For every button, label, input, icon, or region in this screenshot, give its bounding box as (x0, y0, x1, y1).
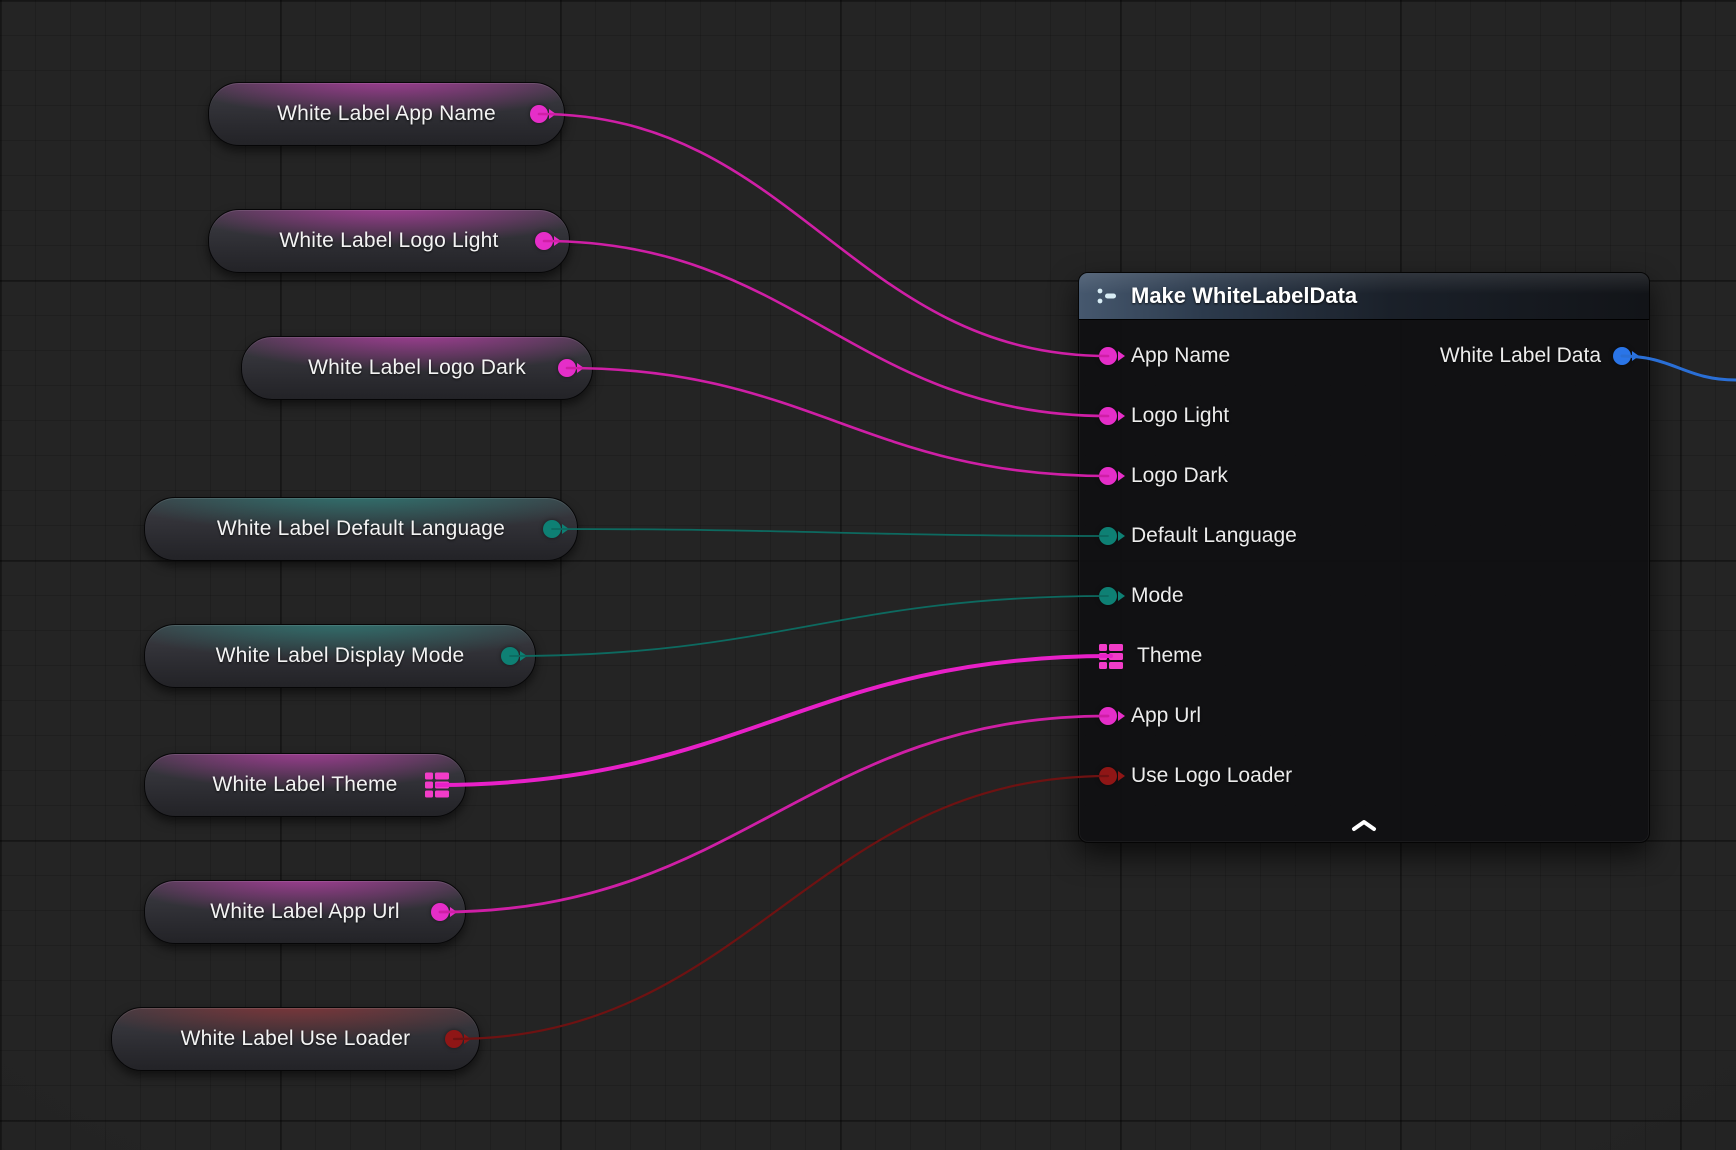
variable-node-white-label-app-url[interactable]: White Label App Url (144, 880, 466, 944)
variable-node-white-label-logo-light[interactable]: White Label Logo Light (208, 209, 570, 273)
graph-canvas[interactable]: White Label App Name White Label Logo Li… (0, 0, 1736, 1150)
boolean-output-pin[interactable] (445, 1030, 463, 1048)
string-output-pin[interactable] (431, 903, 449, 921)
pin-row-app-url: App Url (1079, 686, 1649, 746)
pin-label: Use Logo Loader (1131, 764, 1292, 788)
variable-node-label: White Label Logo Light (279, 229, 498, 253)
variable-node-label: White Label App Name (277, 102, 496, 126)
string-input-pin[interactable] (1099, 467, 1117, 485)
pin-label: Logo Dark (1131, 464, 1228, 488)
pin-row-mode: Mode (1079, 566, 1649, 626)
make-struct-icon (1095, 284, 1119, 308)
string-input-pin[interactable] (1099, 347, 1117, 365)
variable-node-white-label-theme[interactable]: White Label Theme (144, 753, 466, 817)
collapse-button[interactable] (1344, 814, 1384, 836)
variable-node-label: White Label Logo Dark (308, 356, 526, 380)
pin-label: App Url (1131, 704, 1201, 728)
wire-var-display-mode (510, 596, 1108, 656)
variable-node-white-label-logo-dark[interactable]: White Label Logo Dark (241, 336, 593, 400)
string-output-pin[interactable] (535, 232, 553, 250)
variable-node-label: White Label Theme (212, 773, 397, 797)
pin-label: App Name (1131, 344, 1230, 368)
enum-input-pin[interactable] (1099, 527, 1117, 545)
wire-var-use-loader (454, 776, 1108, 1039)
pin-row-logo-dark: Logo Dark (1079, 446, 1649, 506)
variable-node-white-label-use-loader[interactable]: White Label Use Loader (111, 1007, 480, 1071)
pin-label: Mode (1131, 584, 1184, 608)
boolean-input-pin[interactable] (1099, 767, 1117, 785)
wire-var-app-name (539, 114, 1108, 356)
pin-label: Logo Light (1131, 404, 1229, 428)
pin-row-theme: Theme (1079, 626, 1649, 686)
pin-label: Theme (1137, 644, 1202, 668)
string-output-pin[interactable] (558, 359, 576, 377)
string-output-pin[interactable] (530, 105, 548, 123)
wire-var-logo-light (544, 241, 1108, 416)
struct-input-pin-icon[interactable] (1099, 644, 1123, 669)
struct-output-pin-icon[interactable] (425, 773, 449, 798)
wire-var-logo-dark (567, 368, 1108, 476)
chevron-up-icon (1351, 819, 1377, 832)
pin-label: Default Language (1131, 524, 1297, 548)
variable-node-white-label-default-language[interactable]: White Label Default Language (144, 497, 578, 561)
wire-var-app-url (440, 716, 1108, 912)
pin-row-logo-light: Logo Light (1079, 386, 1649, 446)
wire-var-theme (437, 656, 1111, 785)
node-title: Make WhiteLabelData (1131, 283, 1357, 309)
string-input-pin[interactable] (1099, 407, 1117, 425)
node-body: App Name Logo Light Logo Dark Default La… (1079, 320, 1649, 842)
enum-input-pin[interactable] (1099, 587, 1117, 605)
output-row-white-label-data: White Label Data (1440, 326, 1631, 386)
pin-label: White Label Data (1440, 344, 1601, 368)
make-whitelabeldata-node[interactable]: Make WhiteLabelData App Name Logo Light … (1078, 272, 1650, 843)
variable-node-white-label-display-mode[interactable]: White Label Display Mode (144, 624, 536, 688)
variable-node-label: White Label App Url (210, 900, 399, 924)
variable-node-white-label-app-name[interactable]: White Label App Name (208, 82, 565, 146)
pin-row-default-language: Default Language (1079, 506, 1649, 566)
node-header[interactable]: Make WhiteLabelData (1079, 273, 1649, 320)
enum-output-pin[interactable] (501, 647, 519, 665)
struct-output-pin[interactable] (1613, 347, 1631, 365)
pin-row-use-logo-loader: Use Logo Loader (1079, 746, 1649, 806)
variable-node-label: White Label Default Language (217, 517, 505, 541)
variable-node-label: White Label Display Mode (216, 644, 465, 668)
wire-var-default-language (552, 529, 1108, 536)
enum-output-pin[interactable] (543, 520, 561, 538)
string-input-pin[interactable] (1099, 707, 1117, 725)
variable-node-label: White Label Use Loader (181, 1027, 411, 1051)
